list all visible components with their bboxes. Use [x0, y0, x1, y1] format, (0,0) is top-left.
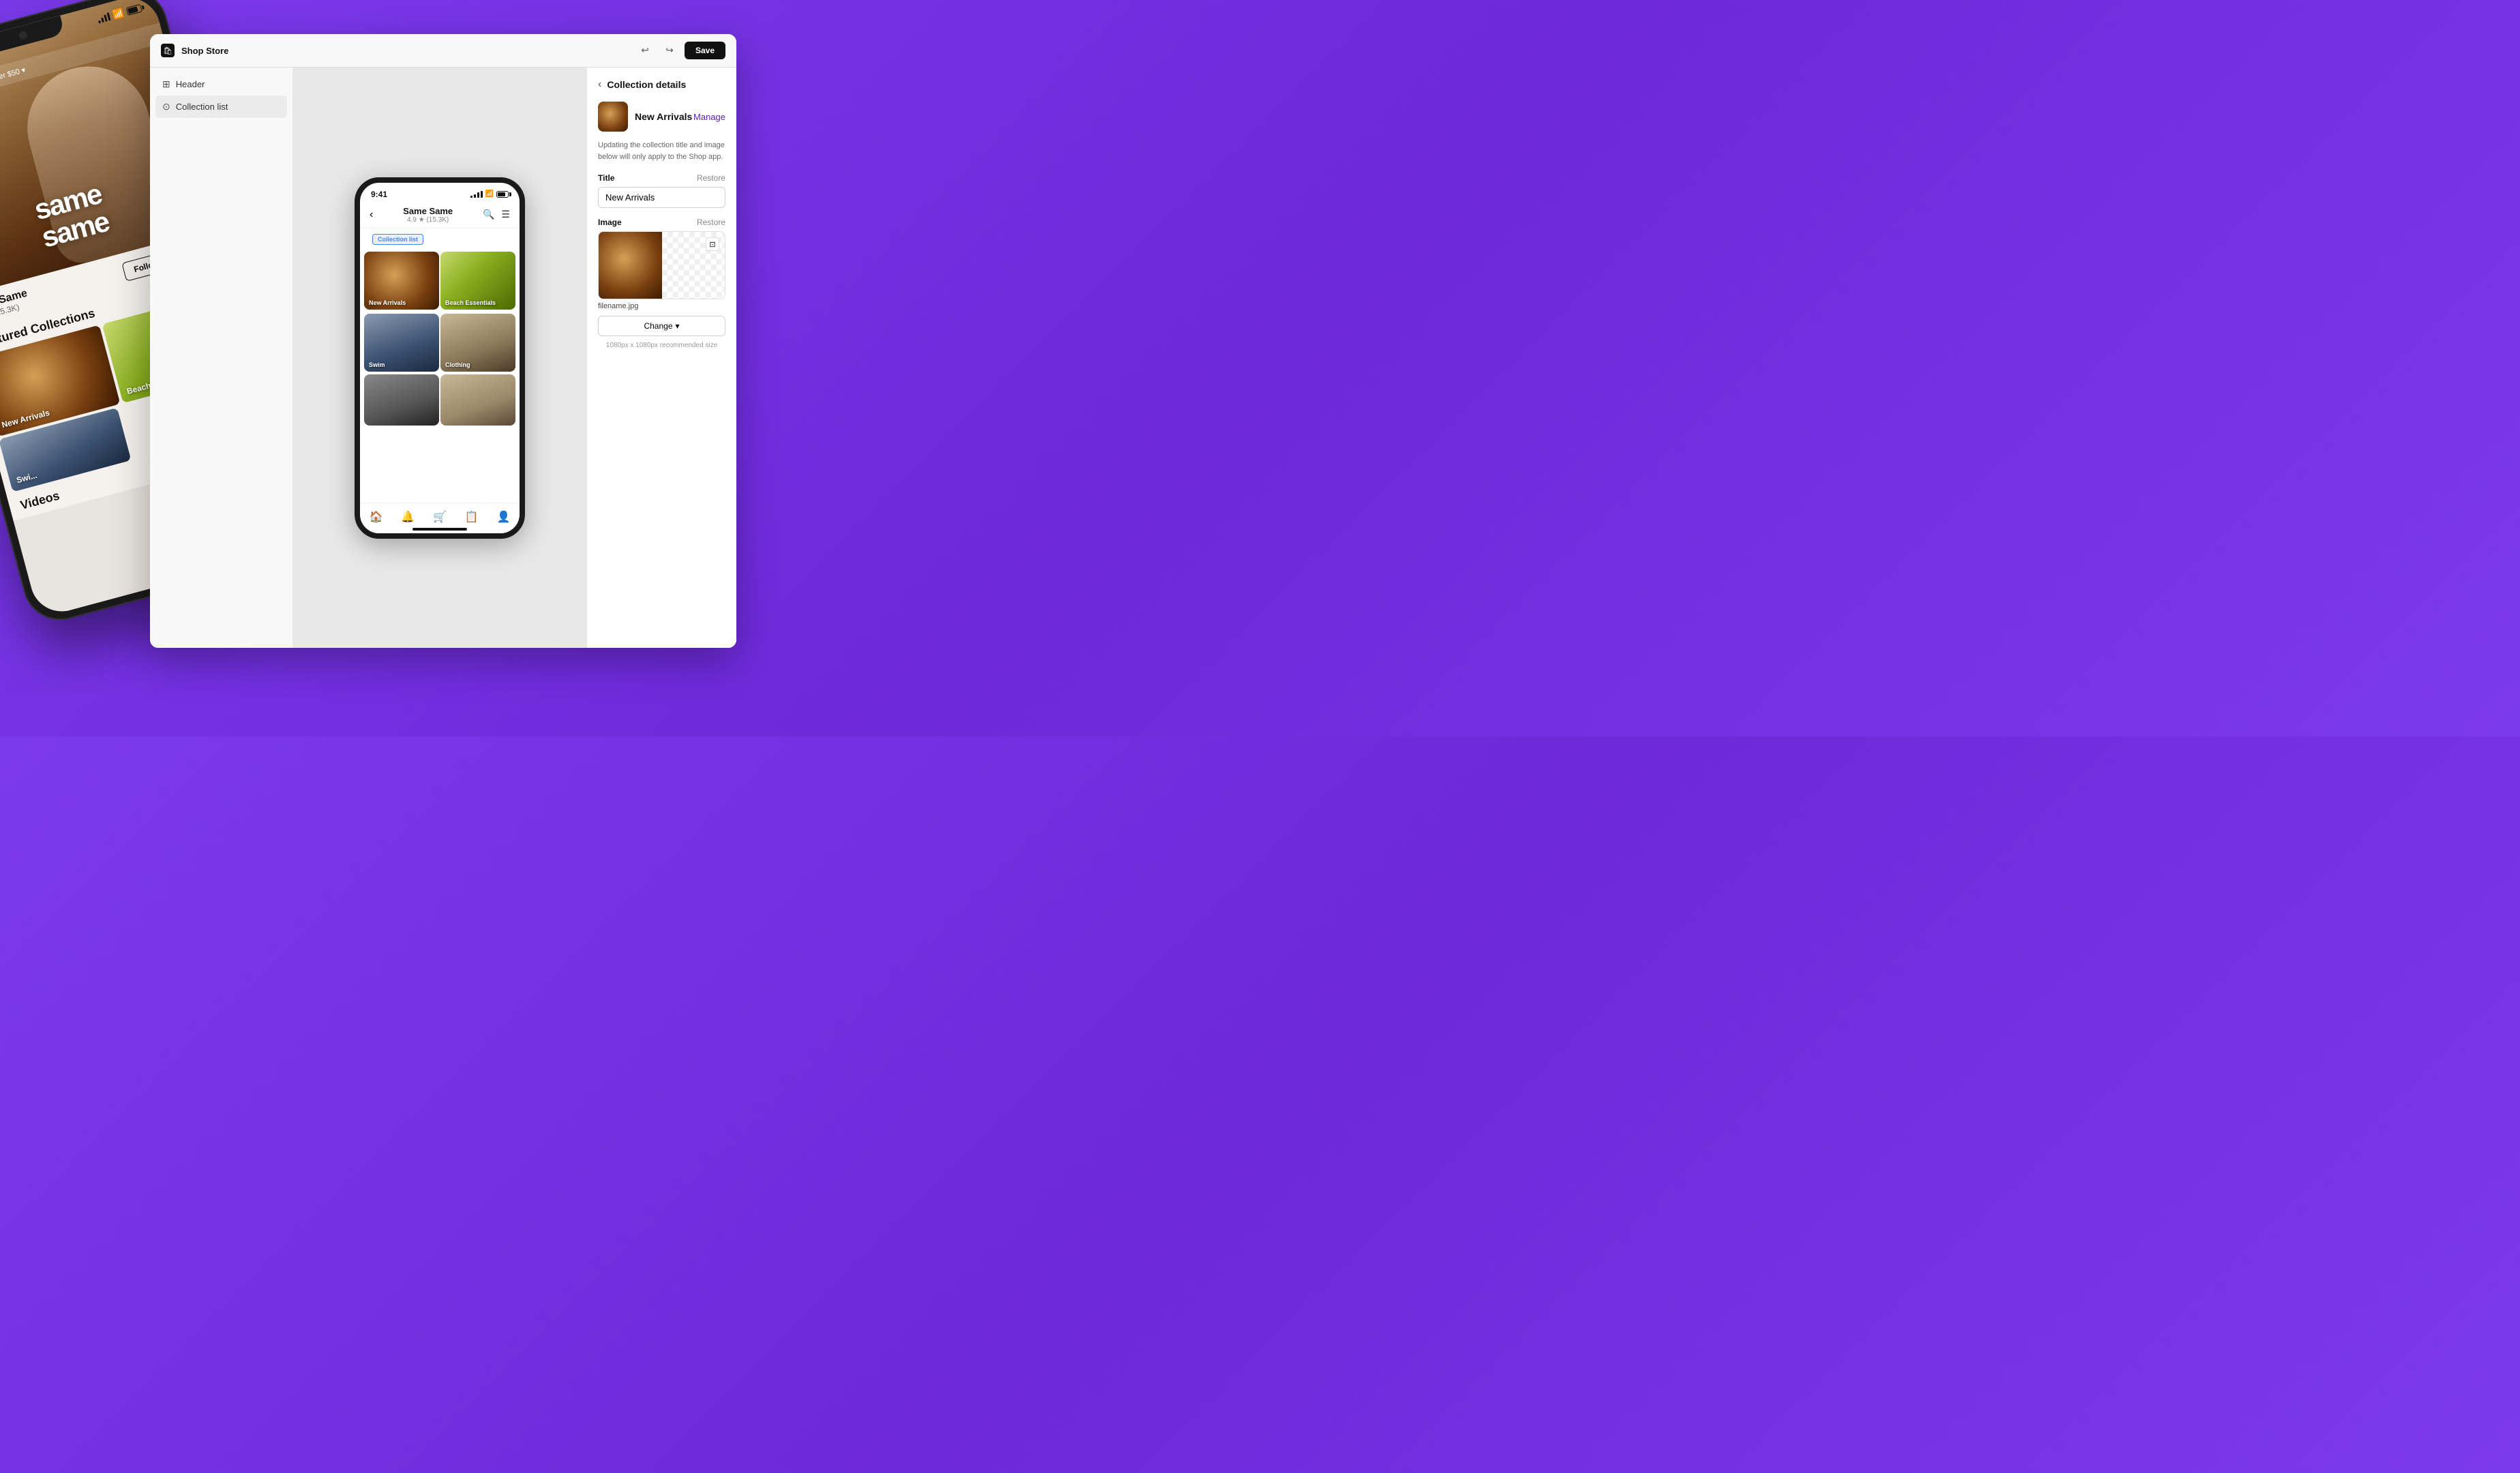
image-preview: ⊡ — [598, 231, 725, 299]
desktop-app: 🛍 Shop Store ↩ ↪ Save ⊞ Header ⊙ Collect… — [150, 34, 736, 648]
preview-menu-icon[interactable]: ☰ — [501, 209, 510, 220]
preview-profile-icon[interactable]: 👤 — [497, 510, 511, 524]
image-field-label: Image — [598, 218, 622, 227]
preview-collection-swim[interactable]: Swim — [364, 314, 439, 372]
manage-link[interactable]: Manage — [693, 112, 725, 122]
sidebar-item-collection-list[interactable]: ⊙ Collection list — [155, 95, 287, 118]
image-left-half — [599, 232, 662, 299]
save-button[interactable]: Save — [685, 42, 725, 59]
title-field-label: Title — [598, 173, 614, 183]
app-sidebar: ⊞ Header ⊙ Collection list — [150, 68, 293, 648]
image-size-hint: 1080px x 1080px recommended size — [598, 342, 725, 349]
collection-list-tag: Collection list — [372, 234, 423, 245]
preview-phone: 9:41 📶 ‹ — [355, 177, 525, 539]
shop-icon: 🛍 — [161, 44, 175, 57]
collection-thumbnail — [598, 102, 628, 132]
preview-swim-label: Swim — [369, 361, 385, 368]
preview-collection-tank[interactable] — [364, 374, 439, 426]
panel-title: Collection details — [607, 79, 686, 90]
preview-collection-clothing[interactable]: Clothing — [440, 314, 515, 372]
app-main-preview: 9:41 📶 ‹ — [293, 68, 586, 648]
image-crop-button[interactable]: ⊡ — [706, 237, 719, 251]
preview-collection-dress[interactable] — [440, 374, 515, 426]
undo-button[interactable]: ↩ — [635, 41, 655, 60]
preview-home-icon[interactable]: 🏠 — [369, 510, 382, 524]
title-input[interactable] — [598, 187, 725, 208]
preview-rating: 4.9 ★ (15.3K) — [403, 216, 453, 224]
preview-bell-icon[interactable]: 🔔 — [401, 510, 415, 524]
preview-list-icon[interactable]: 📋 — [465, 510, 479, 524]
redo-button[interactable]: ↪ — [660, 41, 679, 60]
panel-description: Updating the collection title and image … — [598, 140, 725, 162]
preview-cart-icon[interactable]: 🛒 — [433, 510, 447, 524]
image-field: Image Restore ⊡ filename.jpg Change ▾ 10… — [598, 218, 725, 349]
sidebar-header-label: Header — [176, 79, 205, 89]
app-titlebar: 🛍 Shop Store ↩ ↪ Save — [150, 34, 736, 68]
collection-details-panel: ‹ Collection details New Arrivals Manage… — [586, 68, 736, 648]
preview-new-arrivals-label: New Arrivals — [369, 299, 406, 306]
preview-store-name: Same Same — [403, 206, 453, 216]
chevron-down-icon: ▾ — [676, 321, 680, 331]
sidebar-collection-label: Collection list — [176, 102, 228, 112]
preview-beach-label: Beach Essentials — [445, 299, 496, 306]
collection-display-name: New Arrivals — [635, 111, 692, 122]
collection-list-icon: ⊙ — [162, 101, 170, 113]
preview-status-time: 9:41 — [371, 190, 387, 199]
preview-collection-beach[interactable]: Beach Essentials — [440, 252, 515, 310]
preview-search-icon[interactable]: 🔍 — [483, 209, 494, 220]
change-image-button[interactable]: Change ▾ — [598, 316, 725, 336]
title-restore-button[interactable]: Restore — [697, 173, 725, 183]
preview-clothing-label: Clothing — [445, 361, 470, 368]
image-restore-button[interactable]: Restore — [697, 218, 725, 227]
sidebar-item-header[interactable]: ⊞ Header — [155, 73, 287, 95]
header-icon: ⊞ — [162, 78, 170, 90]
app-title: Shop Store — [181, 46, 228, 56]
panel-back-button[interactable]: ‹ — [598, 78, 601, 91]
title-field: Title Restore — [598, 173, 725, 208]
image-filename: filename.jpg — [598, 302, 725, 310]
preview-collection-new-arrivals[interactable]: New Arrivals — [364, 252, 439, 310]
preview-back-icon[interactable]: ‹ — [370, 209, 373, 221]
